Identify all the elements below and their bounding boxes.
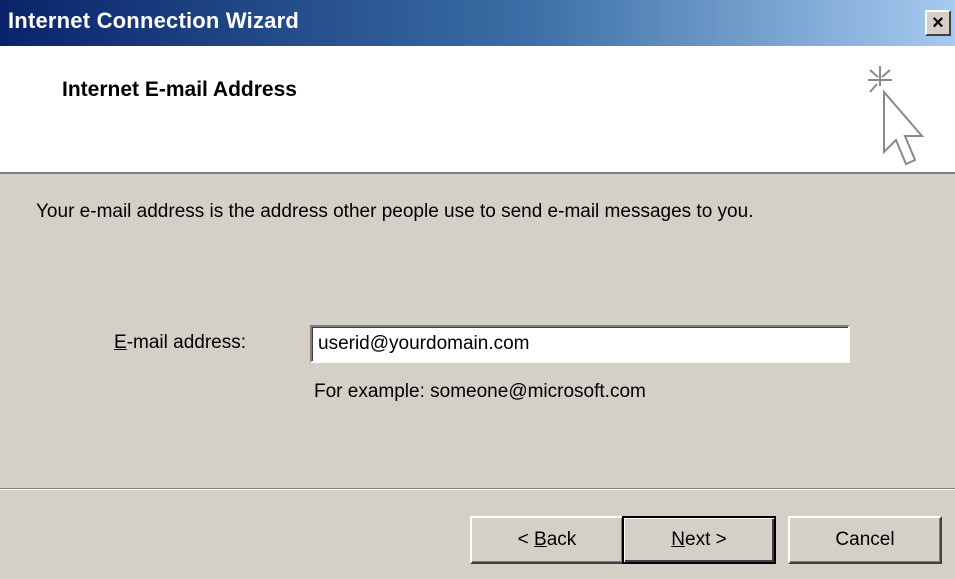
cancel-button[interactable]: Cancel bbox=[788, 516, 942, 564]
window-title: Internet Connection Wizard bbox=[8, 8, 300, 33]
email-label-text: -mail address: bbox=[126, 332, 247, 353]
email-label-hotkey: E bbox=[114, 332, 127, 353]
description-text: Your e-mail address is the address other… bbox=[36, 201, 754, 222]
back-button-label: ack bbox=[546, 529, 577, 550]
wizard-window: Internet Connection Wizard × Internet E-… bbox=[0, 0, 955, 579]
email-label: E-mail address: bbox=[114, 332, 246, 354]
back-button-prefix: < bbox=[517, 529, 535, 550]
title-bar[interactable]: Internet Connection Wizard × bbox=[0, 0, 955, 46]
next-button-hotkey: N bbox=[671, 529, 685, 550]
wizard-cursor-sparkle-icon bbox=[868, 66, 925, 166]
footer-separator bbox=[0, 488, 955, 490]
next-button[interactable]: Next > bbox=[622, 516, 776, 564]
close-button[interactable]: × bbox=[925, 10, 951, 36]
close-icon: × bbox=[932, 12, 944, 34]
back-button-hotkey: B bbox=[534, 529, 547, 550]
page-title: Internet E-mail Address bbox=[62, 78, 297, 101]
example-hint: For example: someone@microsoft.com bbox=[314, 381, 646, 402]
header-panel: Internet E-mail Address bbox=[0, 46, 955, 174]
back-button[interactable]: < Back bbox=[470, 516, 624, 564]
next-button-label: ext > bbox=[685, 529, 727, 550]
email-input[interactable] bbox=[310, 325, 850, 363]
cancel-button-label: Cancel bbox=[835, 529, 895, 550]
